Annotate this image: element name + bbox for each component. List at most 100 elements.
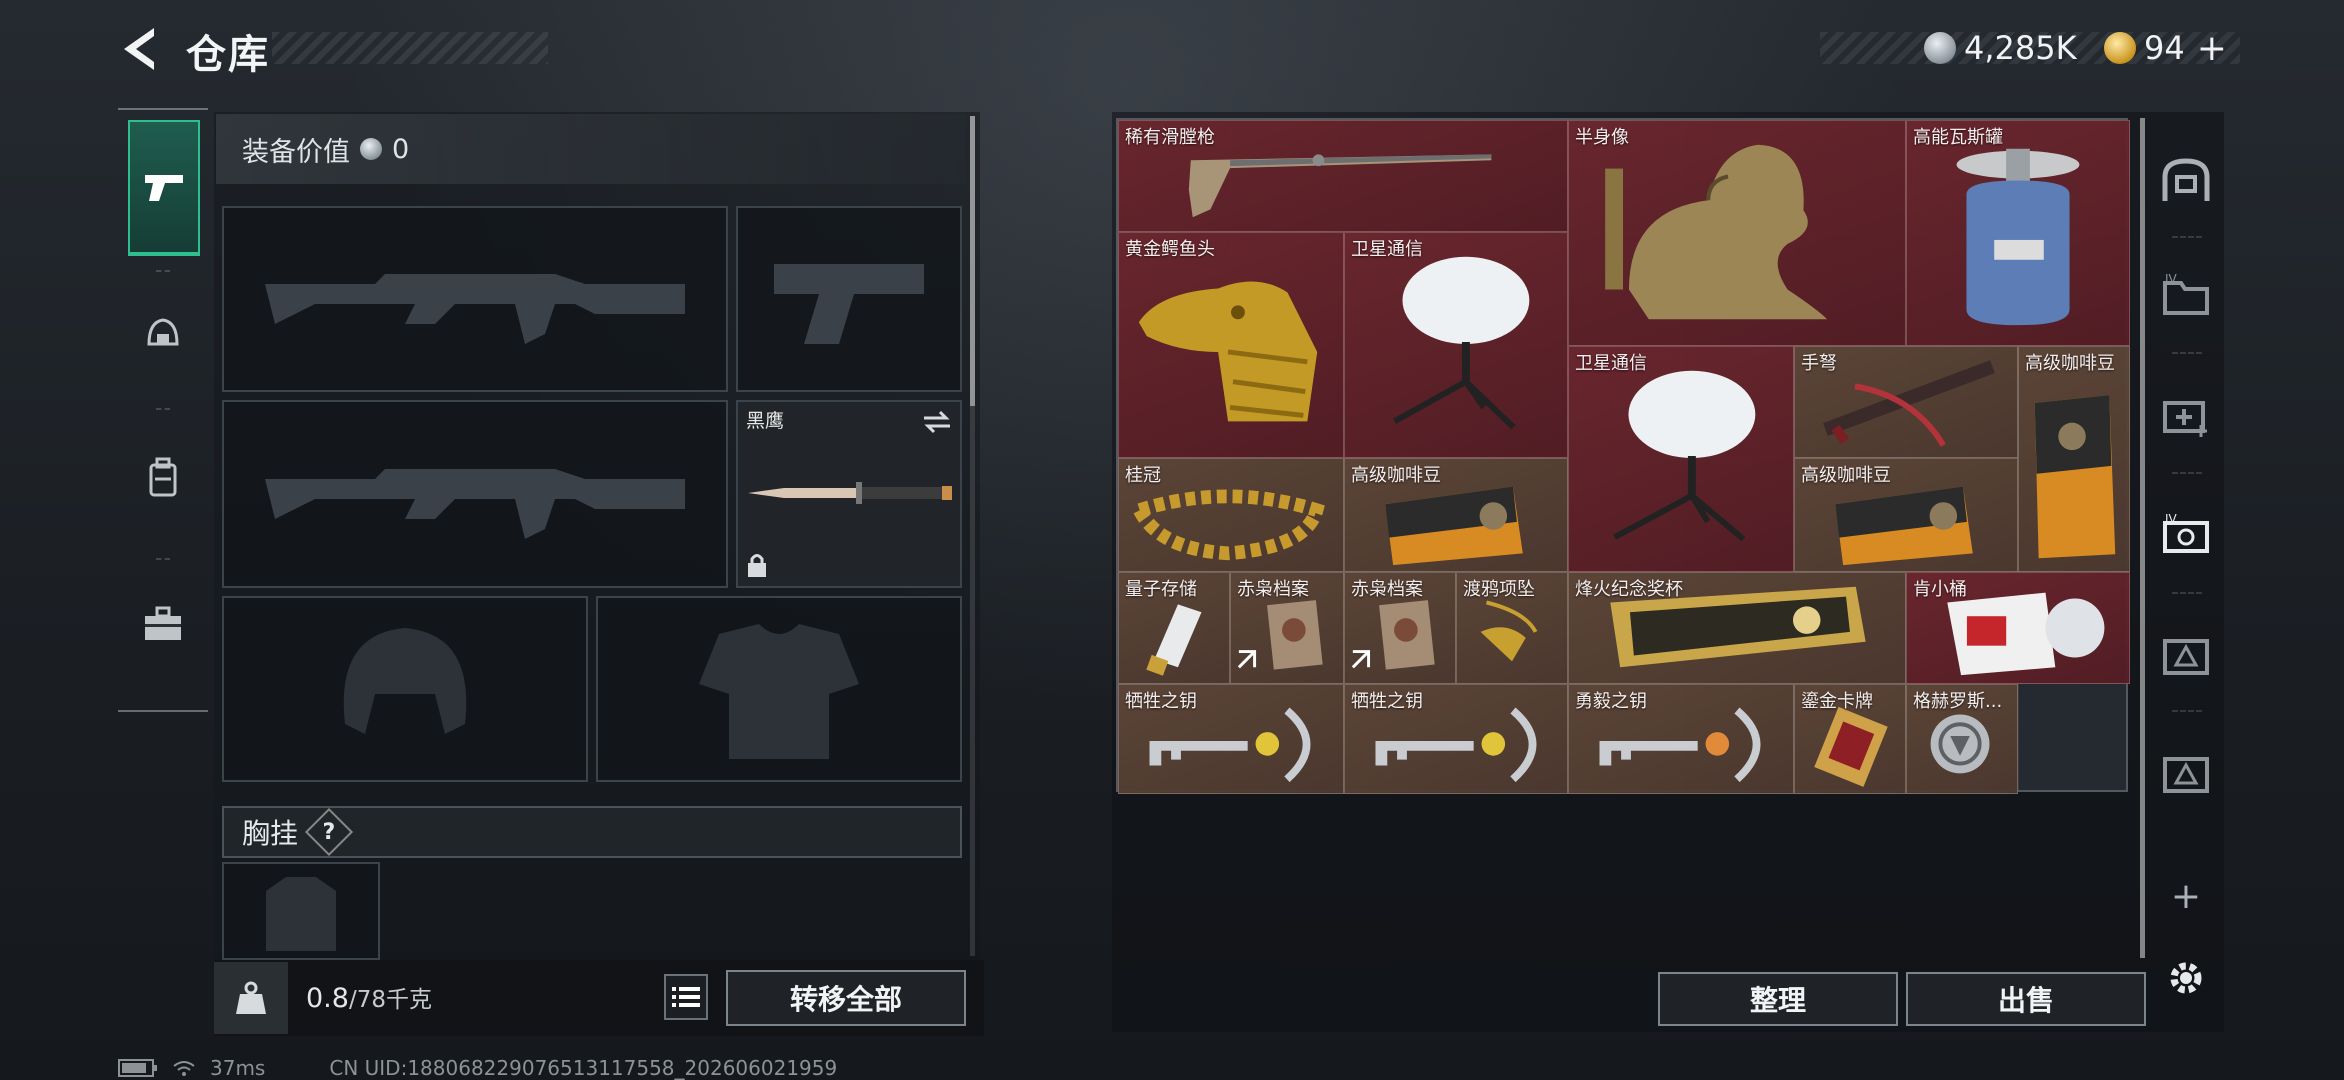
coffee-bag-icon [2034, 395, 2116, 559]
stash-scrollbar[interactable] [2140, 118, 2145, 958]
silver-currency: 4,285K [1924, 26, 2077, 70]
gold-currency: 94 + [2104, 26, 2227, 70]
stash-item[interactable]: 高级咖啡豆 [2018, 346, 2130, 572]
gold-amount: 94 [2144, 29, 2185, 67]
secondary-weapon-slot[interactable] [222, 400, 728, 588]
stash-item[interactable]: 桂冠 [1118, 458, 1344, 572]
rifle-silhouette-icon [224, 208, 726, 390]
stash-item[interactable]: 量子存储 [1118, 572, 1230, 684]
gold-crocodile-head-icon [1138, 281, 1318, 422]
knife-icon [748, 482, 952, 504]
melee-slot[interactable]: 黑鹰 [736, 400, 962, 588]
add-currency-button[interactable]: + [2197, 28, 2227, 69]
sort-button[interactable]: 整理 [1658, 972, 1898, 1026]
silver-amount: 4,285K [1964, 29, 2077, 67]
nav-weapons[interactable] [128, 120, 200, 256]
status-bar: 37ms CN UID:1880682290765131175​58_20260… [118, 1056, 837, 1080]
pistol-silhouette-icon [738, 208, 960, 390]
page-title: 仓库 [186, 32, 270, 78]
stash-item[interactable]: 卫星通信 [1344, 232, 1568, 458]
vest-silhouette-icon [224, 864, 378, 958]
stash-item[interactable]: 高级咖啡豆 [1794, 458, 2018, 572]
stash-tab-case-a[interactable] [2154, 622, 2218, 686]
body-armor-slot[interactable] [596, 596, 962, 782]
equipment-value-bar: 装备价值 0 [216, 114, 966, 184]
weight-readout: 0.8/78千克 [306, 980, 432, 1014]
list-icon [672, 987, 700, 1007]
svg-text:IV: IV [2165, 272, 2178, 286]
stash-item[interactable]: 格赫罗斯... [1906, 684, 2018, 794]
loadout-scrollbar[interactable] [970, 116, 975, 956]
helmet-slot[interactable] [222, 596, 588, 782]
stash-item[interactable]: 鎏金卡牌 [1794, 684, 1906, 794]
stash-item[interactable]: 卫星通信 [1568, 346, 1794, 572]
stash-tab-safe[interactable] [2154, 148, 2218, 212]
melee-label: 黑鹰 [746, 410, 785, 432]
gold-coin-icon [2104, 32, 2136, 64]
stash-item[interactable]: 烽火纪念奖杯 [1568, 572, 1906, 684]
armor-silhouette-icon [598, 598, 960, 780]
ping: 37ms [210, 1056, 266, 1080]
stash-item[interactable]: 牺牲之钥 [1118, 684, 1344, 794]
back-button[interactable] [118, 24, 160, 74]
stash-item[interactable]: 赤枭档案 [1344, 572, 1456, 684]
back-arrow-icon [124, 28, 154, 70]
wifi-icon [173, 1061, 195, 1076]
medkit-icon [2163, 401, 2207, 437]
backpack-icon [149, 457, 177, 497]
stash-item[interactable]: 勇毅之钥 [1568, 684, 1794, 794]
stash-item[interactable]: 赤枭档案 [1230, 572, 1344, 684]
add-stash-tab-button[interactable]: + [2154, 864, 2218, 928]
stash-item[interactable]: 牺牲之钥 [1344, 684, 1568, 794]
stash-tab-weapon-case[interactable]: IV [2154, 502, 2218, 566]
nav-tools[interactable] [128, 574, 198, 674]
weapon-case-IV-icon: IV [2163, 512, 2209, 553]
toolbox-icon [145, 606, 181, 640]
equipment-value: 0 [392, 133, 410, 165]
chest-rig-header: 胸挂 ? [222, 806, 962, 858]
lock-icon [748, 554, 766, 577]
nav-backpack[interactable] [128, 428, 198, 528]
weight-max: /78千克 [348, 987, 432, 1013]
chest-rig-help-button[interactable]: ? [304, 807, 354, 857]
case-triangle-icon [2163, 639, 2209, 675]
folder-IV-icon: IV [2163, 272, 2209, 315]
category-nav [118, 108, 208, 712]
stash-item[interactable]: 手弩 [1794, 346, 2018, 458]
stash-item[interactable]: 肯小桶 [1906, 572, 2130, 684]
uid: CN UID:1880682290765131175​58_2026060219… [329, 1056, 838, 1080]
transfer-all-button[interactable]: 转移全部 [726, 970, 966, 1026]
helmet-silhouette-icon [224, 598, 586, 780]
weight-icon-box [214, 962, 288, 1034]
nav-armor[interactable] [128, 284, 198, 384]
satellite-dish-icon [1613, 370, 1756, 542]
helmet-icon [147, 318, 179, 346]
bust-icon [1605, 144, 1828, 320]
stash-tab-folder[interactable]: IV [2154, 262, 2218, 326]
stash-item[interactable]: 半身像 [1568, 120, 1906, 346]
gas-canister-icon [1956, 148, 2080, 326]
stash-item[interactable]: 黄金鳄鱼头 [1118, 232, 1344, 458]
stash-grid: 稀有滑膛枪 半身像 高能瓦斯罐 黄金鳄鱼头 卫星通信 卫星通信 手弩 高级咖啡豆… [1116, 118, 2130, 794]
weight-icon [236, 981, 266, 1014]
silver-coin-icon [1924, 32, 1956, 64]
swap-icon[interactable] [922, 410, 952, 434]
chest-rig-slot[interactable] [222, 862, 380, 960]
stash-item[interactable]: 高级咖啡豆 [1344, 458, 1568, 572]
sell-button[interactable]: 出售 [1906, 972, 2146, 1026]
stash-item[interactable]: 渡鸦项坠 [1456, 572, 1568, 684]
rifle-silhouette-icon [224, 402, 726, 586]
chest-rig-label: 胸挂 [242, 817, 299, 850]
list-view-button[interactable] [664, 974, 708, 1020]
battery-icon [118, 1059, 157, 1077]
stash-item[interactable]: 高能瓦斯罐 [1906, 120, 2130, 346]
stash-item[interactable]: 稀有滑膛枪 [1118, 120, 1568, 232]
svg-text:IV: IV [2165, 512, 2178, 526]
settings-button[interactable] [2154, 946, 2218, 1010]
pistol-slot[interactable] [736, 206, 962, 392]
gear-icon [2170, 962, 2202, 994]
stash-tab-medical[interactable] [2154, 382, 2218, 446]
primary-weapon-slot[interactable] [222, 206, 728, 392]
case-triangle-icon [2163, 757, 2209, 793]
stash-tab-case-b[interactable] [2154, 740, 2218, 804]
